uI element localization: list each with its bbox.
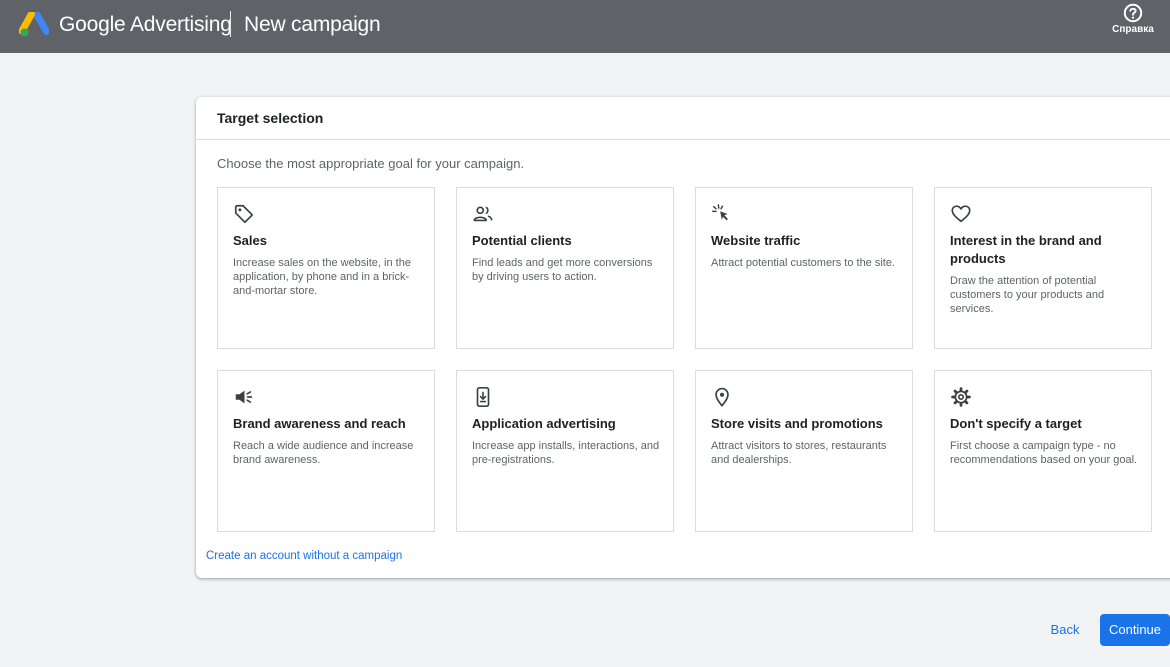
goal-description: Attract potential customers to the site. [711,257,896,269]
card-title: Target selection [217,110,324,126]
gear-icon [951,387,971,407]
goal-card-brand-awareness[interactable]: Brand awareness and reach Reach a wide a… [217,370,435,532]
goal-title: Don't specify a target [950,416,1082,431]
help-circle-icon [1123,3,1143,23]
goal-description: Increase app installs, interactions, and… [472,440,660,466]
goal-description: Increase sales on the website, in the ap… [233,257,411,297]
goal-title: Interest in the brand and products [950,233,1102,266]
top-bar: Google Advertising New campaign Справка [0,0,1170,53]
header-divider [230,11,231,37]
brand-name: Google Advertising [59,13,232,36]
goal-description: First choose a campaign type - no recomm… [950,440,1138,466]
goal-title: Store visits and promotions [711,416,883,431]
back-button[interactable]: Back [1040,614,1090,646]
goal-title: Sales [233,233,267,248]
megaphone-icon [235,390,253,404]
card-divider [196,139,1170,140]
goal-title: Website traffic [711,233,801,248]
create-account-without-campaign-link[interactable]: Create an account without a campaign [206,549,402,563]
card-subtitle: Choose the most appropriate goal for you… [217,156,525,171]
goal-card-sales[interactable]: Sales Increase sales on the website, in … [217,187,435,349]
goal-title: Application advertising [472,416,616,431]
google-ads-logo-icon [19,12,49,37]
goal-card-website-traffic[interactable]: Website traffic Attract potential custom… [695,187,913,349]
goal-card-potential-clients[interactable]: Potential clients Find leads and get mor… [456,187,674,349]
target-selection-card: Target selection Choose the most appropr… [196,97,1170,578]
phone-download-icon [476,387,490,407]
goal-title: Potential clients [472,233,572,248]
help-label: Справка [1112,24,1154,35]
goal-card-no-target[interactable]: Don't specify a target First choose a ca… [934,370,1152,532]
cursor-click-icon [712,204,728,221]
goal-card-app-advertising[interactable]: Application advertising Increase app ins… [456,370,674,532]
page-title: New campaign [244,13,381,36]
goal-description: Reach a wide audience and increase brand… [233,440,414,466]
goal-title: Brand awareness and reach [233,416,406,431]
goal-card-brand-interest[interactable]: Interest in the brand and products Draw … [934,187,1152,349]
tag-icon [234,204,254,224]
goal-card-store-visits[interactable]: Store visits and promotions Attract visi… [695,370,913,532]
heart-icon [951,205,971,223]
goal-description: Attract visitors to stores, restaurants … [711,440,887,466]
people-icon [473,206,493,222]
goal-description: Draw the attention of potential customer… [950,275,1105,315]
continue-button[interactable]: Continue [1100,614,1170,646]
goal-description: Find leads and get more conversions by d… [472,257,653,283]
location-pin-icon [715,387,729,407]
help-button[interactable]: Справка [1104,3,1162,43]
